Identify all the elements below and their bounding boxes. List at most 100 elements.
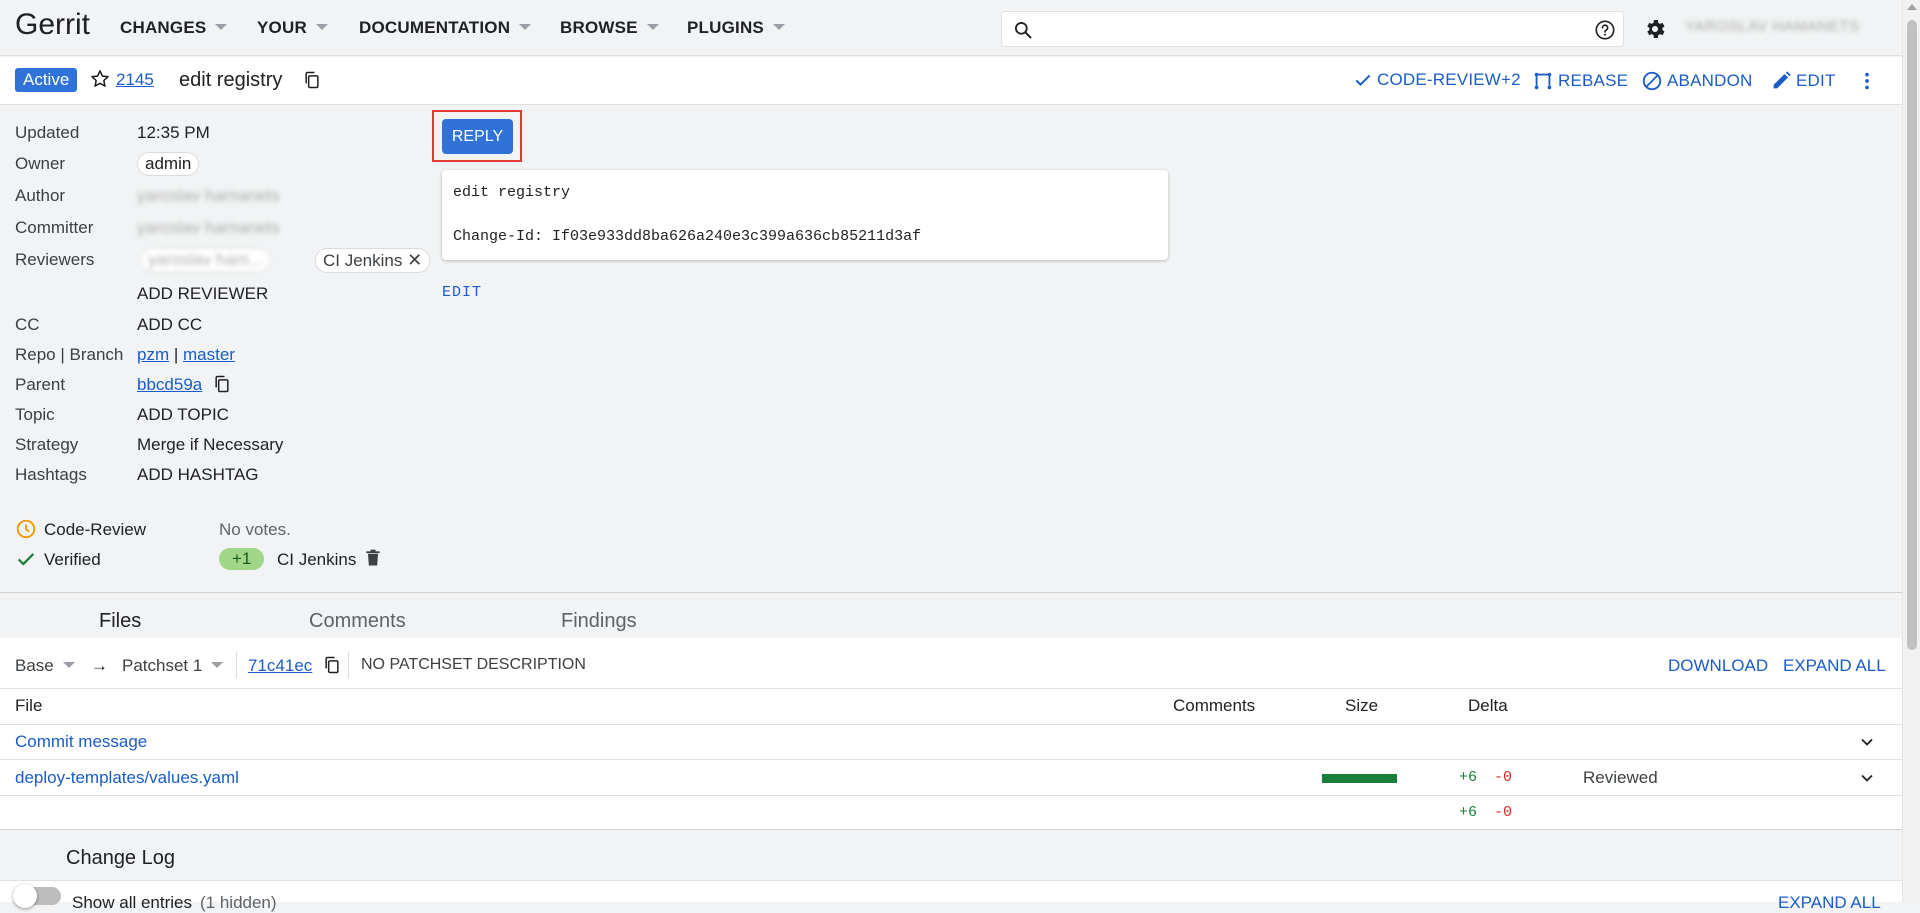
size-bar xyxy=(1322,774,1397,783)
committer-value[interactable]: yaroslav hamanets xyxy=(137,218,280,238)
commit-message-change-id: Change-Id: If03e933dd8ba626a240e3c399a63… xyxy=(453,228,922,245)
copy-icon[interactable] xyxy=(322,655,342,675)
add-hashtag-button[interactable]: ADD HASHTAG xyxy=(137,465,259,485)
download-button[interactable]: DOWNLOAD xyxy=(1668,656,1768,676)
help-icon[interactable] xyxy=(1594,19,1616,41)
vertical-scrollbar[interactable] xyxy=(1902,0,1920,902)
verified-label: Verified xyxy=(44,550,101,569)
chevron-down-icon[interactable] xyxy=(1857,768,1877,788)
change-header: Active 2145 edit registry CODE-REVIEW+2 … xyxy=(0,57,1902,105)
abandon-icon xyxy=(1642,71,1662,91)
verified-vote-badge: +1 xyxy=(219,548,265,570)
nav-browse[interactable]: BROWSE xyxy=(560,18,659,38)
author-value[interactable]: yaroslav hamanets xyxy=(137,186,280,206)
code-review-votes: No votes. xyxy=(219,520,291,539)
clock-icon xyxy=(16,519,36,539)
scroll-up-arrow[interactable] xyxy=(1907,4,1917,10)
lines-removed: -0 xyxy=(1494,769,1513,786)
show-all-toggle[interactable] xyxy=(13,884,61,908)
owner-label: Owner xyxy=(15,154,66,173)
add-topic-button[interactable]: ADD TOPIC xyxy=(137,405,229,425)
gerrit-logo[interactable]: Gerrit xyxy=(15,8,90,42)
search-icon xyxy=(1015,22,1032,39)
reviewer-chip-2[interactable]: CI Jenkins ✕ xyxy=(315,248,431,273)
tab-findings[interactable]: Findings xyxy=(561,610,637,633)
close-icon[interactable]: ✕ xyxy=(407,250,422,270)
file-row-values-yaml[interactable]: deploy-templates/values.yaml xyxy=(15,768,239,788)
branch-link[interactable]: master xyxy=(183,345,235,364)
nav-your-label: YOUR xyxy=(257,18,307,37)
nav-plugins[interactable]: PLUGINS xyxy=(687,18,785,38)
updated-value: 12:35 PM xyxy=(137,123,210,142)
rebase-icon xyxy=(1534,72,1552,90)
abandon-label: ABANDON xyxy=(1667,71,1753,90)
commit-message-box: edit registry Change-Id: If03e933dd8ba62… xyxy=(442,170,1168,260)
change-number-link[interactable]: 2145 xyxy=(116,70,154,90)
base-select[interactable]: Base xyxy=(15,656,75,676)
tab-files[interactable]: Files xyxy=(99,610,141,633)
changelog-expand-all-button[interactable]: EXPAND ALL xyxy=(1778,893,1881,913)
repo-branch-label: Repo | Branch xyxy=(15,345,124,364)
reviewer-2-name: CI Jenkins xyxy=(323,251,403,270)
reviewer-1-name: yaroslav ham... xyxy=(140,248,272,272)
tab-comments[interactable]: Comments xyxy=(309,610,406,633)
parent-label: Parent xyxy=(15,375,66,394)
gear-icon[interactable] xyxy=(1643,17,1667,41)
reviewer-chip-1[interactable]: yaroslav ham... xyxy=(140,248,272,272)
col-file-header: File xyxy=(15,696,43,715)
parent-link[interactable]: bbcd59a xyxy=(137,375,202,394)
file-row-commit-message[interactable]: Commit message xyxy=(15,732,147,752)
add-cc-button[interactable]: ADD CC xyxy=(137,315,202,335)
add-reviewer-button[interactable]: ADD REVIEWER xyxy=(137,284,268,304)
owner-value: admin xyxy=(137,152,200,176)
copy-icon[interactable] xyxy=(302,70,322,90)
rebase-label: REBASE xyxy=(1558,71,1629,90)
chevron-down-icon xyxy=(211,661,224,668)
row-divider xyxy=(0,688,1902,689)
nav-documentation[interactable]: DOCUMENTATION xyxy=(359,18,532,38)
chevron-down-icon xyxy=(315,23,328,30)
patchset-select[interactable]: Patchset 1 xyxy=(122,656,224,676)
chevron-down-icon xyxy=(646,23,659,30)
change-log-controls: Show all entries (1 hidden) EXPAND ALL xyxy=(0,880,1902,912)
patchset-select-label: Patchset 1 xyxy=(122,656,203,675)
abandon-button[interactable]: ABANDON xyxy=(1641,70,1752,92)
commit-message-subject: edit registry xyxy=(453,184,571,201)
nav-your[interactable]: YOUR xyxy=(257,18,328,38)
col-delta-header: Delta xyxy=(1468,696,1508,715)
nav-changes-label: CHANGES xyxy=(120,18,207,37)
copy-icon[interactable] xyxy=(212,374,232,394)
nav-changes[interactable]: CHANGES xyxy=(120,18,228,38)
user-name[interactable]: YAROSLAV HAMANETS xyxy=(1685,18,1860,35)
scrollbar-thumb[interactable] xyxy=(1907,20,1917,650)
top-header: Gerrit CHANGES YOUR DOCUMENTATION BROWSE… xyxy=(0,0,1902,56)
col-size-header: Size xyxy=(1345,696,1379,715)
reviewed-status[interactable]: Reviewed xyxy=(1583,768,1658,788)
expand-all-button[interactable]: EXPAND ALL xyxy=(1783,656,1886,676)
code-review-plus2-button[interactable]: CODE-REVIEW+2 xyxy=(1353,70,1521,90)
search-box[interactable] xyxy=(1001,11,1624,47)
row-divider xyxy=(0,795,1902,796)
rebase-button[interactable]: REBASE xyxy=(1532,70,1628,92)
status-badge: Active xyxy=(15,68,78,92)
verified-by[interactable]: CI Jenkins xyxy=(277,550,356,570)
commit-hash-link[interactable]: 71c41ec xyxy=(248,656,312,676)
edit-commit-message-button[interactable]: EDIT xyxy=(442,284,482,301)
total-added: +6 xyxy=(1459,804,1478,821)
cc-label: CC xyxy=(15,315,40,334)
reply-button[interactable]: REPLY xyxy=(442,119,513,154)
trash-icon[interactable] xyxy=(363,548,383,568)
owner-chip[interactable]: admin xyxy=(137,152,200,176)
tabs-bar: Files Comments Findings xyxy=(0,592,1902,638)
repo-link[interactable]: pzm xyxy=(137,345,169,364)
check-icon xyxy=(1355,74,1371,86)
more-vert-icon[interactable] xyxy=(1856,70,1878,92)
arrow-right: → xyxy=(91,656,108,675)
edit-label: EDIT xyxy=(1796,70,1836,90)
chevron-down-icon[interactable] xyxy=(1857,732,1877,752)
divider xyxy=(348,652,349,678)
parent-value: bbcd59a xyxy=(137,375,202,395)
star-icon[interactable] xyxy=(89,68,111,90)
search-input[interactable] xyxy=(1042,18,1562,42)
edit-button[interactable]: EDIT xyxy=(1771,70,1836,91)
